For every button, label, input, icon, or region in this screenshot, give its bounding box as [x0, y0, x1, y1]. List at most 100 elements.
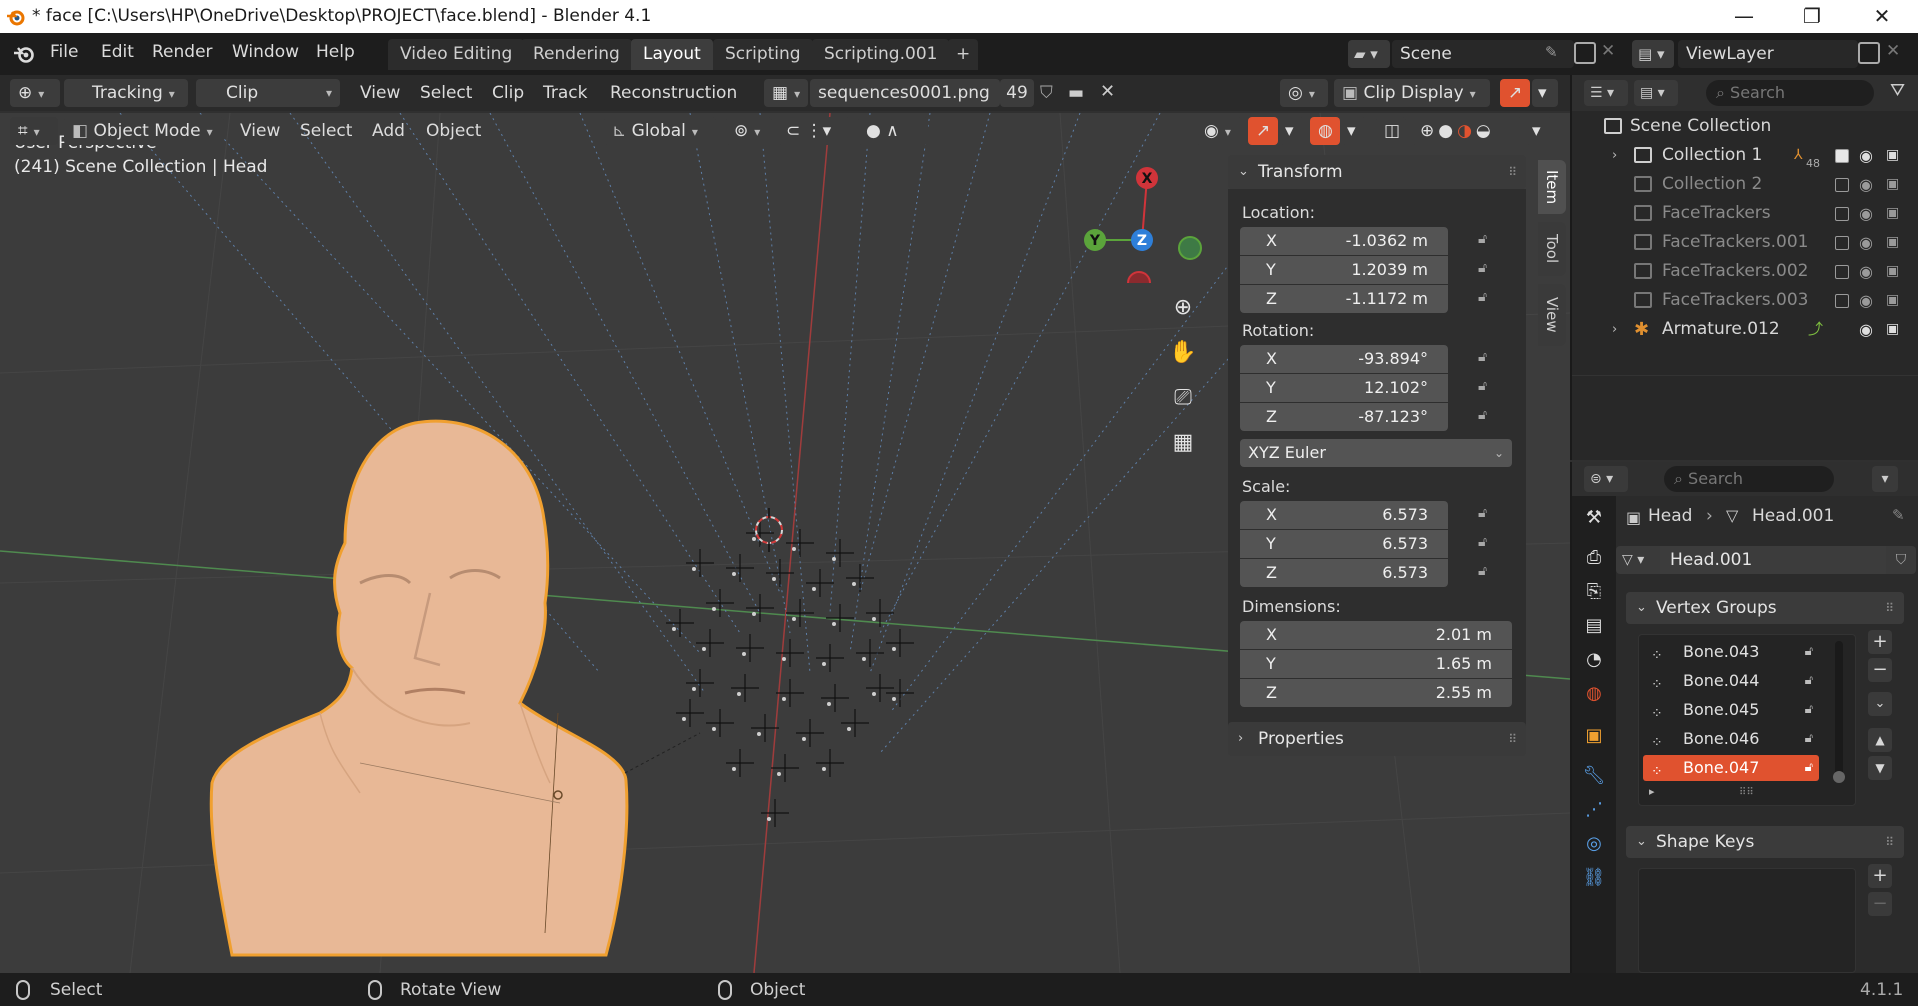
- drag-grip-icon[interactable]: ⠿: [1885, 826, 1894, 858]
- restore-button[interactable]: ❐: [1782, 2, 1842, 31]
- constraints-tab-icon[interactable]: ⛓: [1578, 862, 1610, 894]
- dimension-y-field[interactable]: Y 1.65 m: [1240, 650, 1512, 678]
- dimension-x-field[interactable]: X 2.01 m: [1240, 621, 1512, 649]
- lock-icon[interactable]: 🔓︎: [1805, 668, 1813, 694]
- scrollbar-thumb[interactable]: [1833, 771, 1845, 783]
- sidebar-tab-tool[interactable]: Tool: [1538, 222, 1566, 276]
- outliner-item-facetrackers-003[interactable]: FaceTrackers.003 ◉ ▣: [1572, 286, 1918, 315]
- clip-users-count[interactable]: 49: [1000, 79, 1034, 107]
- drag-grip-icon[interactable]: ⠿: [1508, 155, 1517, 189]
- viewport-menu-select[interactable]: Select: [300, 117, 352, 145]
- dimension-z-field[interactable]: Z 2.55 m: [1240, 679, 1512, 707]
- lock-icon[interactable]: 🔓︎: [1805, 697, 1813, 723]
- drag-grip-icon[interactable]: ⠿: [1508, 722, 1517, 756]
- scale-x-field[interactable]: X 6.573: [1240, 501, 1448, 529]
- add-shape-key-button[interactable]: +: [1868, 864, 1892, 888]
- properties-search-input[interactable]: ⌕ Search: [1664, 466, 1834, 492]
- vertex-group-item[interactable]: ⁘ Bone.044 🔓︎: [1643, 668, 1819, 694]
- rotation-y-field[interactable]: Y 12.102°: [1240, 374, 1448, 402]
- move-up-icon[interactable]: ▲: [1868, 728, 1892, 752]
- eye-icon[interactable]: ◉: [1859, 286, 1873, 315]
- exclude-checkbox[interactable]: [1835, 294, 1849, 308]
- object-tab-icon[interactable]: ▣: [1578, 720, 1610, 752]
- shape-keys-list[interactable]: [1638, 868, 1856, 973]
- remove-vertex-group-button[interactable]: −: [1868, 658, 1892, 682]
- exclude-checkbox[interactable]: [1835, 149, 1849, 163]
- clip-menu-clip[interactable]: Clip: [492, 79, 524, 107]
- lock-icon[interactable]: 🔓︎: [1478, 231, 1500, 251]
- overlays-toggle-icon[interactable]: ◍: [1310, 117, 1340, 145]
- lock-icon[interactable]: 🔓︎: [1805, 755, 1813, 781]
- exclude-checkbox[interactable]: [1835, 178, 1849, 192]
- mesh-name-field[interactable]: Head.001: [1660, 546, 1886, 574]
- vertex-groups-list[interactable]: ⁘ Bone.043 🔓︎ ⁘ Bone.044 🔓︎ ⁘ Bone.045 🔓︎ ⁘ Bon…: [1638, 634, 1856, 806]
- tab-layout[interactable]: Layout: [631, 39, 713, 70]
- lock-icon[interactable]: 🔓︎: [1478, 534, 1500, 554]
- lock-icon[interactable]: 🔓︎: [1478, 505, 1500, 525]
- rotation-x-field[interactable]: X -93.894°: [1240, 345, 1448, 373]
- pivot-icon[interactable]: ◎ ▾: [1280, 79, 1328, 107]
- lock-icon[interactable]: 🔓︎: [1805, 726, 1813, 752]
- new-scene-icon[interactable]: [1574, 42, 1596, 64]
- outliner-item-facetrackers-002[interactable]: FaceTrackers.002 ◉ ▣: [1572, 257, 1918, 286]
- camera-render-icon[interactable]: ▣: [1886, 315, 1899, 344]
- view-layer-field[interactable]: ViewLayer: [1678, 40, 1858, 68]
- view-layer-tab-icon[interactable]: ▤: [1578, 610, 1610, 642]
- camera-render-icon[interactable]: ▣: [1886, 199, 1899, 228]
- tool-settings-tab-icon[interactable]: ⚒: [1578, 502, 1610, 534]
- tab-scripting-001[interactable]: Scripting.001: [812, 39, 950, 70]
- scene-tab-icon[interactable]: ◔: [1578, 644, 1610, 676]
- world-tab-icon[interactable]: ◍: [1578, 678, 1610, 710]
- ortho-grid-icon[interactable]: ▦: [1163, 423, 1203, 463]
- scale-y-field[interactable]: Y 6.573: [1240, 530, 1448, 558]
- camera-render-icon[interactable]: ▣: [1886, 141, 1899, 170]
- camera-render-icon[interactable]: ▣: [1886, 286, 1899, 315]
- outliner-item-collection-1[interactable]: › Collection 1 ⅄ 48 ◉ ▣: [1572, 141, 1918, 170]
- remove-shape-key-button[interactable]: −: [1868, 892, 1892, 916]
- camera-view-icon[interactable]: ⎚: [1163, 378, 1203, 418]
- lock-icon[interactable]: 🔓︎: [1478, 260, 1500, 280]
- unlink-clip-icon[interactable]: ✕: [1100, 81, 1115, 102]
- viewport-menu-view[interactable]: View: [240, 117, 280, 145]
- outliner-editor-type-icon[interactable]: ☰ ▾: [1584, 80, 1628, 106]
- object-mode-dropdown[interactable]: ◧ Object Mode ▾: [64, 117, 224, 145]
- filter-options-arrow-icon[interactable]: ▸: [1649, 785, 1655, 798]
- overlays-dropdown-icon[interactable]: ▾: [1342, 117, 1366, 145]
- properties-panel-header[interactable]: › Properties ⠿: [1228, 722, 1526, 756]
- eye-icon[interactable]: ◉: [1859, 228, 1873, 257]
- clip-menu-track[interactable]: Track: [543, 79, 587, 107]
- scale-z-field[interactable]: Z 6.573: [1240, 559, 1448, 587]
- location-z-field[interactable]: Z -1.1172 m: [1240, 285, 1448, 313]
- lock-icon[interactable]: 🔓︎: [1478, 378, 1500, 398]
- eye-icon[interactable]: ◉: [1859, 315, 1873, 344]
- snapping-icon[interactable]: ⊂ ⋮▾: [778, 117, 850, 145]
- orientation-dropdown[interactable]: ⊾ Global ▾: [604, 117, 716, 145]
- exclude-checkbox[interactable]: [1835, 236, 1849, 250]
- clip-menu-reconstruction[interactable]: Reconstruction: [610, 79, 737, 107]
- particles-tab-icon[interactable]: ⋰: [1578, 794, 1610, 826]
- pivot-point-icon[interactable]: ⊚ ▾: [726, 117, 772, 145]
- exclude-checkbox[interactable]: [1835, 207, 1849, 221]
- sidebar-tab-item[interactable]: Item: [1538, 160, 1566, 214]
- outliner-item-facetrackers-001[interactable]: FaceTrackers.001 ◉ ▣: [1572, 228, 1918, 257]
- display-mode-icon[interactable]: ▤ ▾: [1634, 80, 1678, 106]
- shading-modes-icon[interactable]: ⊕●◑◒: [1412, 117, 1522, 145]
- menu-window[interactable]: Window: [232, 42, 299, 62]
- viewport-menu-add[interactable]: Add: [372, 117, 405, 145]
- properties-editor-type-icon[interactable]: ⊜ ▾: [1584, 466, 1628, 492]
- move-down-icon[interactable]: ▼: [1868, 756, 1892, 780]
- vertex-groups-panel-header[interactable]: ⌄ Vertex Groups ⠿: [1626, 592, 1904, 624]
- eye-icon[interactable]: ◉: [1859, 257, 1873, 286]
- clip-display-dropdown[interactable]: ▣ Clip Display ▾: [1334, 79, 1490, 107]
- location-y-field[interactable]: Y 1.2039 m: [1240, 256, 1448, 284]
- rotation-mode-dropdown[interactable]: XYZ Euler ⌄: [1240, 439, 1512, 467]
- view-layer-icon[interactable]: ▤ ▾: [1632, 40, 1674, 68]
- camera-render-icon[interactable]: ▣: [1886, 228, 1899, 257]
- menu-help[interactable]: Help: [316, 42, 355, 62]
- clip-browse-icon[interactable]: ▦ ▾: [764, 79, 808, 107]
- tab-rendering[interactable]: Rendering: [521, 39, 632, 70]
- vertex-group-item[interactable]: ⁘ Bone.045 🔓︎: [1643, 697, 1819, 723]
- lock-icon[interactable]: 🔓︎: [1805, 639, 1813, 665]
- add-workspace-button[interactable]: +: [948, 39, 979, 70]
- outliner-scene-collection[interactable]: Scene Collection: [1572, 112, 1918, 141]
